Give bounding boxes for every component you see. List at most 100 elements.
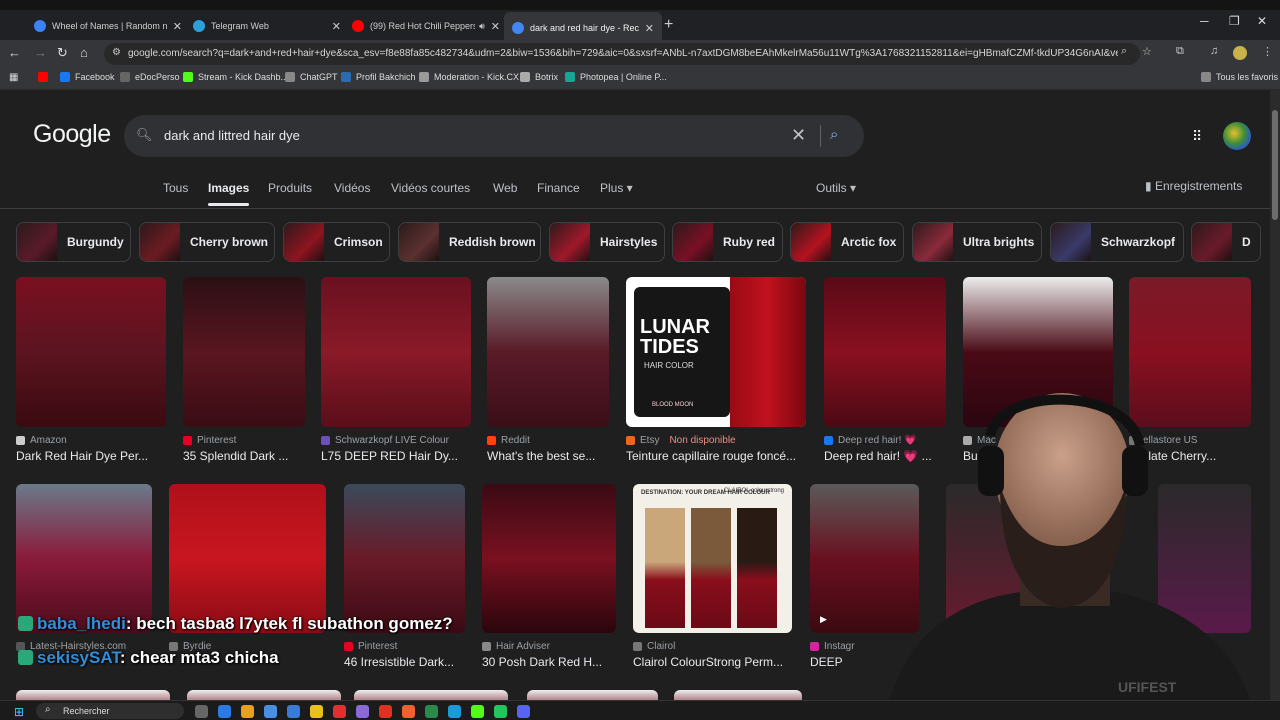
new-tab-button[interactable]: + <box>664 16 673 34</box>
bookmark-star-icon[interactable]: ☆ <box>1142 45 1152 58</box>
result-caption[interactable]: 30 Posh Dark Red H... <box>482 655 626 669</box>
chip-d[interactable]: D <box>1191 222 1261 262</box>
account-avatar[interactable] <box>1223 122 1251 150</box>
bookmark-item[interactable]: Photopea | Online P... <box>565 72 667 82</box>
result-caption[interactable]: Teinture capillaire rouge foncé... <box>626 449 836 463</box>
taskbar-app-icon[interactable] <box>425 705 438 718</box>
start-icon[interactable]: ⊞ <box>14 705 24 719</box>
taskbar-app-icon[interactable] <box>448 705 461 718</box>
result-image[interactable] <box>187 690 341 700</box>
bookmark-item[interactable] <box>38 72 53 82</box>
bookmark-item[interactable]: eDocPerso <box>120 72 180 82</box>
tab-plus[interactable]: Plus ▾ <box>600 181 633 195</box>
result-caption[interactable]: L75 DEEP RED Hair Dy... <box>321 449 501 463</box>
result-source[interactable]: Etsy Non disponible <box>626 435 736 446</box>
browser-tab[interactable]: Wheel of Names | Random nam ✕ <box>26 14 190 38</box>
back-icon[interactable]: ← <box>8 45 21 60</box>
tab-tous[interactable]: Tous <box>163 181 188 195</box>
result-caption[interactable]: 46 Irresistible Dark... <box>344 655 475 669</box>
result-image[interactable] <box>183 277 305 427</box>
result-image[interactable] <box>527 690 658 700</box>
taskbar-app-icon[interactable] <box>356 705 369 718</box>
zoom-icon[interactable]: ⌕ <box>1121 45 1127 58</box>
result-source[interactable]: Amazon <box>16 435 67 446</box>
result-image[interactable] <box>16 690 170 700</box>
result-caption[interactable]: Clairol ColourStrong Perm... <box>633 655 802 669</box>
close-window-icon[interactable]: ✕ <box>1257 14 1267 28</box>
result-source[interactable]: Reddit <box>487 435 530 446</box>
clear-icon[interactable]: ✕ <box>791 125 806 146</box>
tab-vidéos[interactable]: Vidéos <box>334 181 370 195</box>
bookmark-item[interactable]: Botrix <box>520 72 558 82</box>
result-image[interactable] <box>344 484 465 633</box>
taskbar-search[interactable]: ⌕ Rechercher <box>36 703 184 719</box>
chip-cherry-brown[interactable]: Cherry brown <box>139 222 275 262</box>
bookmark-item[interactable]: Stream - Kick Dashb... <box>183 72 288 82</box>
bookmark-item[interactable]: Profil Bakchich <box>341 72 416 82</box>
bookmark-item[interactable]: Moderation - Kick.CX <box>419 72 519 82</box>
taskbar-app-icon[interactable] <box>402 705 415 718</box>
menu-icon[interactable]: ⋮ <box>1262 45 1273 58</box>
result-source[interactable]: Instagr <box>810 641 855 652</box>
taskbar-app-icon[interactable] <box>471 705 484 718</box>
result-caption[interactable]: 35 Splendid Dark ... <box>183 449 335 463</box>
result-image[interactable] <box>16 484 152 633</box>
search-box[interactable]: 🔍︎ dark and littred hair dye ✕ ⌕ <box>124 115 864 157</box>
tab-close-icon[interactable]: ✕ <box>332 20 341 33</box>
chip-schwarzkopf[interactable]: Schwarzkopf <box>1050 222 1184 262</box>
bookmark-item[interactable]: Facebook <box>60 72 115 82</box>
media-icon[interactable]: ♫ <box>1210 45 1218 57</box>
result-image[interactable] <box>354 690 508 700</box>
search-input[interactable]: dark and littred hair dye <box>164 128 300 143</box>
maximize-icon[interactable]: ❐ <box>1229 14 1240 28</box>
result-image[interactable] <box>482 484 616 633</box>
tab-close-icon[interactable]: ✕ <box>645 22 654 35</box>
browser-tab[interactable]: Telegram Web ✕ <box>185 14 349 38</box>
result-image[interactable] <box>321 277 471 427</box>
page-scrollbar[interactable] <box>1270 90 1280 700</box>
all-bookmarks[interactable]: Tous les favoris <box>1201 72 1278 82</box>
home-icon[interactable]: ⌂ <box>80 45 88 60</box>
saved-button[interactable]: ▮ Enregistrements <box>1145 179 1242 193</box>
chip-ruby-red[interactable]: Ruby red <box>672 222 783 262</box>
result-image[interactable] <box>674 690 802 700</box>
result-source[interactable]: Hair Adviser <box>482 641 550 652</box>
result-image[interactable]: LUNAR TIDES HAIR COLOR BLOOD MOON <box>626 277 806 427</box>
chip-ultra-brights[interactable]: Ultra brights <box>912 222 1042 262</box>
taskbar-app-icon[interactable] <box>333 705 346 718</box>
browser-tab[interactable]: (99) Red Hot Chili Peppers 🔊︎ ✕ <box>344 14 508 38</box>
chip-hairstyles[interactable]: Hairstyles <box>549 222 665 262</box>
google-apps-icon[interactable]: ⠿ <box>1192 128 1202 145</box>
google-logo[interactable]: Google <box>33 120 111 149</box>
chip-burgundy[interactable]: Burgundy <box>16 222 131 262</box>
taskbar-app-icon[interactable] <box>195 705 208 718</box>
taskbar-app-icon[interactable] <box>218 705 231 718</box>
taskbar-app-icon[interactable] <box>264 705 277 718</box>
tab-vidéos-courtes[interactable]: Vidéos courtes <box>391 181 470 195</box>
address-bar[interactable]: ⚙ google.com/search?q=dark+and+red+hair+… <box>104 43 1140 65</box>
forward-icon[interactable]: → <box>34 45 47 60</box>
taskbar-app-icon[interactable] <box>494 705 507 718</box>
result-source[interactable]: Pinterest <box>183 435 236 446</box>
scrollbar-thumb[interactable] <box>1272 110 1278 220</box>
reload-icon[interactable]: ↻ <box>57 45 68 61</box>
taskbar-app-icon[interactable] <box>241 705 254 718</box>
profile-icon[interactable] <box>1233 46 1247 60</box>
search-submit-icon[interactable]: ⌕ <box>830 126 838 143</box>
tab-close-icon[interactable]: ✕ <box>173 20 182 33</box>
site-info-icon[interactable]: ⚙ <box>112 47 121 58</box>
taskbar-app-icon[interactable] <box>517 705 530 718</box>
taskbar-app-icon[interactable] <box>310 705 323 718</box>
bookmark-item[interactable]: ChatGPT <box>285 72 338 82</box>
tab-finance[interactable]: Finance <box>537 181 580 195</box>
tools-button[interactable]: Outils ▾ <box>816 181 856 195</box>
result-source[interactable]: Pinterest <box>344 641 397 652</box>
tab-images[interactable]: Images <box>208 181 249 195</box>
tab-close-icon[interactable]: ✕ <box>491 20 500 33</box>
tab-web[interactable]: Web <box>493 181 517 195</box>
result-image[interactable] <box>169 484 326 633</box>
taskbar-app-icon[interactable] <box>287 705 300 718</box>
audio-icon[interactable]: 🔊︎ <box>479 21 485 32</box>
chip-arctic-fox[interactable]: Arctic fox <box>790 222 904 262</box>
result-image[interactable]: DESTINATION: YOUR DREAM HAIR COLOUR CLAIR… <box>633 484 792 633</box>
